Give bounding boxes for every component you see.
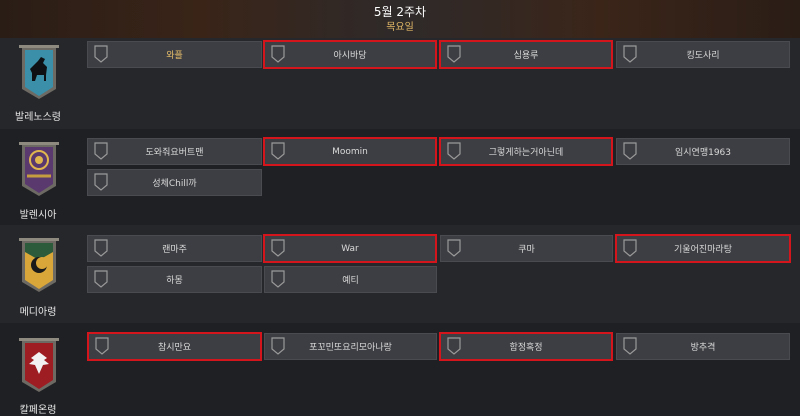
- guild-slot[interactable]: 예티: [264, 266, 437, 293]
- guild-slot[interactable]: 그렇게하는거아닌데: [439, 137, 613, 166]
- moon-crest-icon: [19, 238, 59, 294]
- guild-slot[interactable]: 도와줘요버트맨: [87, 138, 262, 165]
- guild-slot[interactable]: 성체Chill까: [87, 169, 262, 196]
- guild-slot[interactable]: 기울어진마라탕: [615, 234, 791, 263]
- guild-slot[interactable]: 쿠마: [440, 235, 613, 262]
- guild-slot[interactable]: War: [263, 234, 437, 263]
- guild-slot[interactable]: 와플: [87, 41, 262, 68]
- header-banner: 5월 2주차 목요일: [0, 0, 800, 38]
- region-name: 발렌시아: [19, 210, 57, 221]
- day-subtitle: 목요일: [386, 22, 414, 33]
- region-name: 칼페온령: [19, 405, 57, 416]
- sun-eye-crest-icon: [19, 142, 59, 198]
- guild-slot[interactable]: 포꼬민또요리모아나랑: [264, 333, 437, 360]
- horse-crest-icon: [19, 45, 59, 101]
- guild-slot[interactable]: 함정혹정: [439, 332, 613, 361]
- guild-slot[interactable]: 방추격: [616, 333, 790, 360]
- guild-slot[interactable]: 랜마주: [87, 235, 262, 262]
- region-name: 메디아령: [19, 307, 57, 318]
- phoenix-crest-icon: [19, 338, 59, 394]
- guild-slot[interactable]: 하몽: [87, 266, 262, 293]
- guild-slot[interactable]: 아시바당: [263, 40, 437, 69]
- guild-slot[interactable]: 참시만요: [87, 332, 262, 361]
- guild-slot[interactable]: Moomin: [263, 137, 437, 166]
- guild-slot[interactable]: 킹도사리: [616, 41, 790, 68]
- region-name: 발레노스령: [15, 112, 61, 123]
- guild-slot[interactable]: 임시연맹1963: [616, 138, 790, 165]
- guild-slot[interactable]: 십용루: [439, 40, 613, 69]
